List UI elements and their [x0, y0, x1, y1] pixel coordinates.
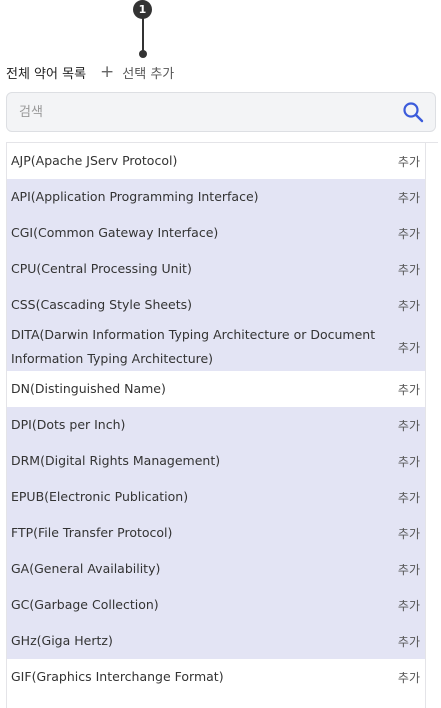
- abbreviation-list: AJP(Apache JServ Protocol) 추가 API(Applicat…: [6, 142, 438, 708]
- list-item[interactable]: API(Application Programming Interface) 추가: [7, 179, 426, 215]
- list-item-name: CGI(Common Gateway Interface): [11, 225, 219, 240]
- list-item[interactable]: CGI(Common Gateway Interface) 추가: [7, 215, 426, 251]
- add-item-button[interactable]: 추가: [390, 453, 426, 470]
- add-item-button[interactable]: 추가: [390, 669, 426, 686]
- add-item-button[interactable]: 추가: [390, 381, 426, 398]
- list-item[interactable]: GC(Garbage Collection) 추가: [7, 587, 426, 623]
- add-item-button[interactable]: 추가: [390, 261, 426, 278]
- search-icon[interactable]: [401, 100, 425, 124]
- list-item-name: EPUB(Electronic Publication): [11, 489, 189, 504]
- add-item-button[interactable]: 추가: [390, 597, 426, 614]
- list-item[interactable]: CSS(Cascading Style Sheets) 추가: [7, 287, 426, 323]
- add-item-button[interactable]: 추가: [390, 189, 426, 206]
- add-item-button[interactable]: 추가: [390, 489, 426, 506]
- add-selected-button[interactable]: + 선택 추가: [100, 63, 174, 82]
- add-item-button[interactable]: 추가: [390, 225, 426, 242]
- list-item-name: GIF(Graphics Interchange Format): [11, 669, 224, 684]
- list-item[interactable]: DPI(Dots per Inch) 추가: [7, 407, 426, 443]
- list-item-name: GC(Garbage Collection): [11, 597, 159, 612]
- list-item[interactable]: DITA(Darwin Information Typing Architect…: [7, 323, 426, 371]
- list-item[interactable]: DRM(Digital Rights Management) 추가: [7, 443, 426, 479]
- list-item[interactable]: GA(General Availability) 추가: [7, 551, 426, 587]
- add-selected-label: 선택 추가: [122, 66, 175, 82]
- list-item-name: DN(Distinguished Name): [11, 381, 166, 396]
- add-item-button[interactable]: 추가: [390, 153, 426, 170]
- list-item[interactable]: GIF(Graphics Interchange Format) 추가: [7, 659, 426, 695]
- list-item-name: CPU(Central Processing Unit): [11, 261, 192, 276]
- list-item-name: DITA(Darwin Information Typing Architect…: [11, 327, 376, 366]
- list-item-name: GA(General Availability): [11, 561, 161, 576]
- list-header: 전체 약어 목록 + 선택 추가: [6, 62, 174, 82]
- search-input[interactable]: [7, 103, 401, 121]
- scrollbar[interactable]: [425, 143, 438, 708]
- add-item-button[interactable]: 추가: [390, 417, 426, 434]
- list-item-name: GHz(Giga Hertz): [11, 633, 113, 648]
- list-item-name: DRM(Digital Rights Management): [11, 453, 221, 468]
- list-item[interactable]: GHz(Giga Hertz) 추가: [7, 623, 426, 659]
- callout-line: [142, 18, 144, 52]
- callout-dot: [139, 50, 147, 58]
- list-item[interactable]: DN(Distinguished Name) 추가: [7, 371, 426, 407]
- list-item-name: API(Application Programming Interface): [11, 189, 259, 204]
- plus-icon: +: [100, 61, 115, 82]
- list-item[interactable]: EPUB(Electronic Publication) 추가: [7, 479, 426, 515]
- list-item[interactable]: CPU(Central Processing Unit) 추가: [7, 251, 426, 287]
- list-title: 전체 약어 목록: [6, 66, 87, 82]
- list-item[interactable]: AJP(Apache JServ Protocol) 추가: [7, 143, 426, 179]
- list-item-name: AJP(Apache JServ Protocol): [11, 153, 178, 168]
- add-item-button[interactable]: 추가: [390, 339, 426, 356]
- add-item-button[interactable]: 추가: [390, 561, 426, 578]
- list-item-name: FTP(File Transfer Protocol): [11, 525, 173, 540]
- search-box: [6, 92, 436, 132]
- list-item-name: DPI(Dots per Inch): [11, 417, 126, 432]
- add-item-button[interactable]: 추가: [390, 297, 426, 314]
- add-item-button[interactable]: 추가: [390, 633, 426, 650]
- list-item[interactable]: FTP(File Transfer Protocol) 추가: [7, 515, 426, 551]
- callout-marker: 1: [133, 0, 152, 19]
- list-item-name: CSS(Cascading Style Sheets): [11, 297, 193, 312]
- add-item-button[interactable]: 추가: [390, 525, 426, 542]
